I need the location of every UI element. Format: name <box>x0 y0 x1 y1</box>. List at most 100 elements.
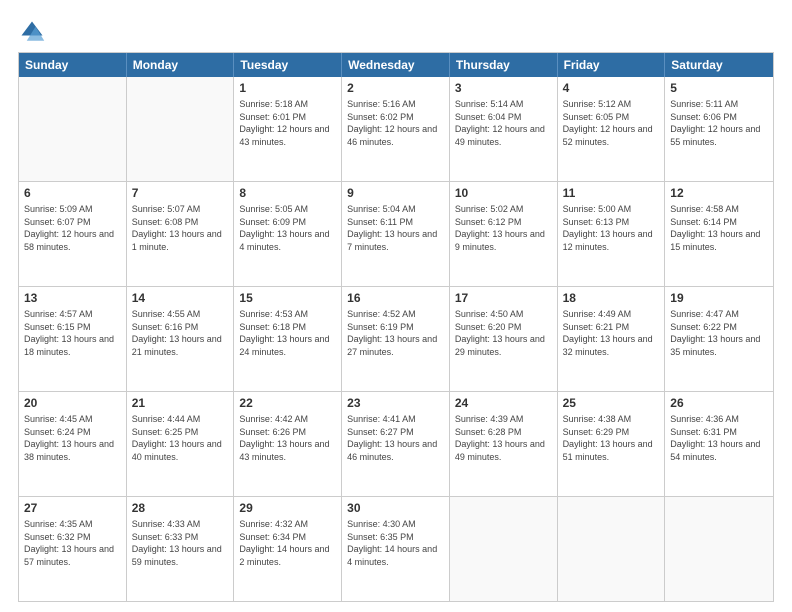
calendar-cell: 13 Sunrise: 4:57 AM Sunset: 6:15 PM Dayli… <box>19 287 127 391</box>
day-number: 28 <box>132 500 229 516</box>
calendar-header-cell: Friday <box>558 53 666 77</box>
day-info: Sunrise: 4:33 AM Sunset: 6:33 PM Dayligh… <box>132 518 229 568</box>
calendar-cell: 5 Sunrise: 5:11 AM Sunset: 6:06 PM Daylig… <box>665 77 773 181</box>
day-info: Sunrise: 4:50 AM Sunset: 6:20 PM Dayligh… <box>455 308 552 358</box>
calendar-header-cell: Sunday <box>19 53 127 77</box>
calendar-cell: 21Sunrise: 4:44 AM Sunset: 6:25 PM Dayli… <box>127 392 235 496</box>
calendar-cell: 12 Sunrise: 4:58 AM Sunset: 6:14 PM Dayli… <box>665 182 773 286</box>
calendar-cell: 1Sunrise: 5:18 AM Sunset: 6:01 PM Daylig… <box>234 77 342 181</box>
day-number: 10 <box>455 185 552 201</box>
calendar-cell: 10 Sunrise: 5:02 AM Sunset: 6:12 PM Dayli… <box>450 182 558 286</box>
day-info: Sunrise: 5:11 AM Sunset: 6:06 PM Dayligh… <box>670 98 768 148</box>
calendar-header-cell: Wednesday <box>342 53 450 77</box>
day-info: Sunrise: 4:57 AM Sunset: 6:15 PM Dayligh… <box>24 308 121 358</box>
day-info: Sunrise: 4:44 AM Sunset: 6:25 PM Dayligh… <box>132 413 229 463</box>
calendar-header: SundayMondayTuesdayWednesdayThursdayFrid… <box>19 53 773 77</box>
day-info: Sunrise: 4:30 AM Sunset: 6:35 PM Dayligh… <box>347 518 444 568</box>
day-number: 9 <box>347 185 444 201</box>
day-number: 17 <box>455 290 552 306</box>
day-number: 8 <box>239 185 336 201</box>
calendar-cell: 6Sunrise: 5:09 AM Sunset: 6:07 PM Daylig… <box>19 182 127 286</box>
day-info: Sunrise: 5:12 AM Sunset: 6:05 PM Dayligh… <box>563 98 660 148</box>
day-info: Sunrise: 5:14 AM Sunset: 6:04 PM Dayligh… <box>455 98 552 148</box>
day-info: Sunrise: 4:52 AM Sunset: 6:19 PM Dayligh… <box>347 308 444 358</box>
logo-icon <box>18 18 46 46</box>
calendar-cell: 19 Sunrise: 4:47 AM Sunset: 6:22 PM Dayli… <box>665 287 773 391</box>
day-number: 3 <box>455 80 552 96</box>
day-number: 23 <box>347 395 444 411</box>
day-number: 18 <box>563 290 660 306</box>
calendar-cell: 15 Sunrise: 4:53 AM Sunset: 6:18 PM Dayli… <box>234 287 342 391</box>
calendar-header-cell: Thursday <box>450 53 558 77</box>
day-number: 25 <box>563 395 660 411</box>
calendar-cell: 25 Sunrise: 4:38 AM Sunset: 6:29 PM Dayli… <box>558 392 666 496</box>
day-info: Sunrise: 4:35 AM Sunset: 6:32 PM Dayligh… <box>24 518 121 568</box>
calendar-cell: 28 Sunrise: 4:33 AM Sunset: 6:33 PM Dayli… <box>127 497 235 601</box>
day-number: 1 <box>239 80 336 96</box>
calendar-cell: 7Sunrise: 5:07 AM Sunset: 6:08 PM Daylig… <box>127 182 235 286</box>
calendar-cell: 20 Sunrise: 4:45 AM Sunset: 6:24 PM Dayli… <box>19 392 127 496</box>
day-number: 12 <box>670 185 768 201</box>
day-info: Sunrise: 4:39 AM Sunset: 6:28 PM Dayligh… <box>455 413 552 463</box>
day-info: Sunrise: 4:47 AM Sunset: 6:22 PM Dayligh… <box>670 308 768 358</box>
day-number: 19 <box>670 290 768 306</box>
day-number: 30 <box>347 500 444 516</box>
day-info: Sunrise: 5:16 AM Sunset: 6:02 PM Dayligh… <box>347 98 444 148</box>
calendar-cell: 4 Sunrise: 5:12 AM Sunset: 6:05 PM Daylig… <box>558 77 666 181</box>
day-number: 20 <box>24 395 121 411</box>
calendar-row: 1Sunrise: 5:18 AM Sunset: 6:01 PM Daylig… <box>19 77 773 181</box>
day-info: Sunrise: 4:41 AM Sunset: 6:27 PM Dayligh… <box>347 413 444 463</box>
calendar-cell: 17 Sunrise: 4:50 AM Sunset: 6:20 PM Dayli… <box>450 287 558 391</box>
day-info: Sunrise: 4:42 AM Sunset: 6:26 PM Dayligh… <box>239 413 336 463</box>
day-number: 24 <box>455 395 552 411</box>
calendar: SundayMondayTuesdayWednesdayThursdayFrid… <box>18 52 774 602</box>
day-number: 22 <box>239 395 336 411</box>
day-number: 27 <box>24 500 121 516</box>
calendar-cell <box>450 497 558 601</box>
calendar-cell: 8Sunrise: 5:05 AM Sunset: 6:09 PM Daylig… <box>234 182 342 286</box>
calendar-cell: 23 Sunrise: 4:41 AM Sunset: 6:27 PM Dayli… <box>342 392 450 496</box>
day-info: Sunrise: 4:49 AM Sunset: 6:21 PM Dayligh… <box>563 308 660 358</box>
day-info: Sunrise: 4:58 AM Sunset: 6:14 PM Dayligh… <box>670 203 768 253</box>
calendar-cell: 29 Sunrise: 4:32 AM Sunset: 6:34 PM Dayli… <box>234 497 342 601</box>
calendar-row: 20 Sunrise: 4:45 AM Sunset: 6:24 PM Dayli… <box>19 391 773 496</box>
day-number: 13 <box>24 290 121 306</box>
calendar-cell: 11Sunrise: 5:00 AM Sunset: 6:13 PM Dayli… <box>558 182 666 286</box>
day-info: Sunrise: 4:32 AM Sunset: 6:34 PM Dayligh… <box>239 518 336 568</box>
day-number: 15 <box>239 290 336 306</box>
calendar-cell: 22 Sunrise: 4:42 AM Sunset: 6:26 PM Dayli… <box>234 392 342 496</box>
day-info: Sunrise: 4:38 AM Sunset: 6:29 PM Dayligh… <box>563 413 660 463</box>
day-number: 14 <box>132 290 229 306</box>
calendar-cell <box>558 497 666 601</box>
day-number: 16 <box>347 290 444 306</box>
day-info: Sunrise: 5:02 AM Sunset: 6:12 PM Dayligh… <box>455 203 552 253</box>
calendar-cell: 9 Sunrise: 5:04 AM Sunset: 6:11 PM Daylig… <box>342 182 450 286</box>
page-header <box>18 18 774 46</box>
day-number: 5 <box>670 80 768 96</box>
day-number: 26 <box>670 395 768 411</box>
calendar-body: 1Sunrise: 5:18 AM Sunset: 6:01 PM Daylig… <box>19 77 773 601</box>
day-number: 29 <box>239 500 336 516</box>
calendar-cell <box>665 497 773 601</box>
calendar-header-cell: Tuesday <box>234 53 342 77</box>
day-info: Sunrise: 5:04 AM Sunset: 6:11 PM Dayligh… <box>347 203 444 253</box>
calendar-row: 13 Sunrise: 4:57 AM Sunset: 6:15 PM Dayli… <box>19 286 773 391</box>
day-number: 4 <box>563 80 660 96</box>
day-info: Sunrise: 5:07 AM Sunset: 6:08 PM Dayligh… <box>132 203 229 253</box>
day-info: Sunrise: 4:55 AM Sunset: 6:16 PM Dayligh… <box>132 308 229 358</box>
calendar-header-cell: Monday <box>127 53 235 77</box>
day-info: Sunrise: 5:09 AM Sunset: 6:07 PM Dayligh… <box>24 203 121 253</box>
day-info: Sunrise: 4:45 AM Sunset: 6:24 PM Dayligh… <box>24 413 121 463</box>
day-info: Sunrise: 4:53 AM Sunset: 6:18 PM Dayligh… <box>239 308 336 358</box>
calendar-cell: 18 Sunrise: 4:49 AM Sunset: 6:21 PM Dayli… <box>558 287 666 391</box>
calendar-cell <box>19 77 127 181</box>
calendar-row: 6Sunrise: 5:09 AM Sunset: 6:07 PM Daylig… <box>19 181 773 286</box>
calendar-cell: 16 Sunrise: 4:52 AM Sunset: 6:19 PM Dayli… <box>342 287 450 391</box>
calendar-cell <box>127 77 235 181</box>
day-info: Sunrise: 5:00 AM Sunset: 6:13 PM Dayligh… <box>563 203 660 253</box>
day-info: Sunrise: 4:36 AM Sunset: 6:31 PM Dayligh… <box>670 413 768 463</box>
calendar-header-cell: Saturday <box>665 53 773 77</box>
calendar-cell: 24 Sunrise: 4:39 AM Sunset: 6:28 PM Dayli… <box>450 392 558 496</box>
calendar-cell: 14 Sunrise: 4:55 AM Sunset: 6:16 PM Dayli… <box>127 287 235 391</box>
calendar-row: 27 Sunrise: 4:35 AM Sunset: 6:32 PM Dayli… <box>19 496 773 601</box>
